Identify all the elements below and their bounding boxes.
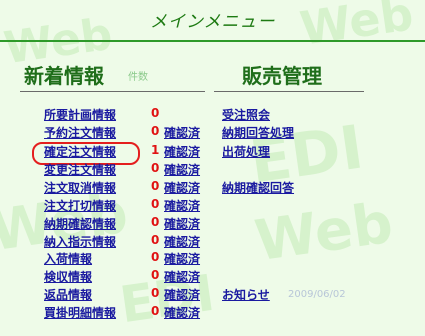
news-count: 0 bbox=[151, 106, 160, 120]
news-row: 納期確認情報 0 確認済 bbox=[0, 215, 425, 233]
sales-link-order-inquiry[interactable]: 受注照会 bbox=[222, 106, 270, 123]
news-link-cancelled-order[interactable]: 注文取消情報 bbox=[44, 179, 116, 196]
news-count: 0 bbox=[151, 124, 160, 138]
news-count: 0 bbox=[151, 304, 160, 318]
news-count: 0 bbox=[151, 286, 160, 300]
news-row: 所要計画情報 0 受注照会 bbox=[0, 106, 425, 124]
news-count: 0 bbox=[151, 179, 160, 193]
sales-link-delivery-confirm-reply[interactable]: 納期確認回答 bbox=[222, 179, 294, 196]
page-title: メインメニュー bbox=[150, 12, 276, 32]
news-link-delivery-check[interactable]: 納期確認情報 bbox=[44, 215, 116, 232]
news-link-reserved-order[interactable]: 予約注文情報 bbox=[44, 124, 116, 141]
news-row: 納入指示情報 0 確認済 bbox=[0, 233, 425, 251]
news-row: 確定注文情報 1 確認済 出荷処理 bbox=[0, 143, 425, 161]
section-subtitle-count: 件数 bbox=[128, 72, 148, 83]
news-count: 0 bbox=[151, 268, 160, 282]
notice-date: 2009/06/02 bbox=[288, 289, 346, 300]
news-row: 注文取消情報 0 確認済 納期確認回答 bbox=[0, 179, 425, 197]
news-link-requirement-plan[interactable]: 所要計画情報 bbox=[44, 106, 116, 123]
section-divider-news bbox=[20, 91, 205, 92]
news-row: 変更注文情報 0 確認済 bbox=[0, 161, 425, 179]
news-row: 返品情報 0 確認済 お知らせ bbox=[0, 286, 425, 304]
news-link-changed-order[interactable]: 変更注文情報 bbox=[44, 161, 116, 178]
news-status-confirmed[interactable]: 確認済 bbox=[164, 143, 200, 160]
news-link-delivery-instruction[interactable]: 納入指示情報 bbox=[44, 233, 116, 250]
news-status-confirmed[interactable]: 確認済 bbox=[164, 197, 200, 214]
news-link-inspection[interactable]: 検収情報 bbox=[44, 268, 92, 285]
news-link-payable-detail[interactable]: 買掛明細情報 bbox=[44, 304, 116, 321]
sales-link-delivery-reply[interactable]: 納期回答処理 bbox=[222, 124, 294, 141]
section-divider-sales bbox=[214, 91, 364, 92]
news-status-confirmed[interactable]: 確認済 bbox=[164, 215, 200, 232]
news-row: 買掛明細情報 0 確認済 bbox=[0, 304, 425, 322]
news-status-confirmed[interactable]: 確認済 bbox=[164, 124, 200, 141]
news-row: 検収情報 0 確認済 bbox=[0, 268, 425, 286]
news-link-confirmed-order[interactable]: 確定注文情報 bbox=[44, 143, 116, 160]
sales-link-shipping[interactable]: 出荷処理 bbox=[222, 143, 270, 160]
header-bar: メインメニュー bbox=[0, 0, 425, 40]
news-status-confirmed[interactable]: 確認済 bbox=[164, 179, 200, 196]
section-title-sales: 販売管理 bbox=[242, 64, 322, 88]
notice-link[interactable]: お知らせ bbox=[222, 286, 270, 303]
news-link-terminated-order[interactable]: 注文打切情報 bbox=[44, 197, 116, 214]
news-link-return[interactable]: 返品情報 bbox=[44, 286, 92, 303]
news-status-confirmed[interactable]: 確認済 bbox=[164, 250, 200, 267]
news-status-confirmed[interactable]: 確認済 bbox=[164, 233, 200, 250]
news-row: 予約注文情報 0 確認済 納期回答処理 bbox=[0, 124, 425, 142]
news-count: 0 bbox=[151, 250, 160, 264]
news-row: 注文打切情報 0 確認済 bbox=[0, 197, 425, 215]
news-count: 0 bbox=[151, 161, 160, 175]
news-row: 入荷情報 0 確認済 bbox=[0, 250, 425, 268]
news-link-arrival[interactable]: 入荷情報 bbox=[44, 250, 92, 267]
news-count: 0 bbox=[151, 233, 160, 247]
news-count: 1 bbox=[151, 143, 160, 157]
news-count: 0 bbox=[151, 197, 160, 211]
news-status-confirmed[interactable]: 確認済 bbox=[164, 161, 200, 178]
header-divider bbox=[0, 40, 425, 42]
section-title-news: 新着情報 bbox=[24, 64, 104, 88]
news-status-confirmed[interactable]: 確認済 bbox=[164, 286, 200, 303]
news-status-confirmed[interactable]: 確認済 bbox=[164, 268, 200, 285]
news-count: 0 bbox=[151, 215, 160, 229]
news-status-confirmed[interactable]: 確認済 bbox=[164, 304, 200, 321]
